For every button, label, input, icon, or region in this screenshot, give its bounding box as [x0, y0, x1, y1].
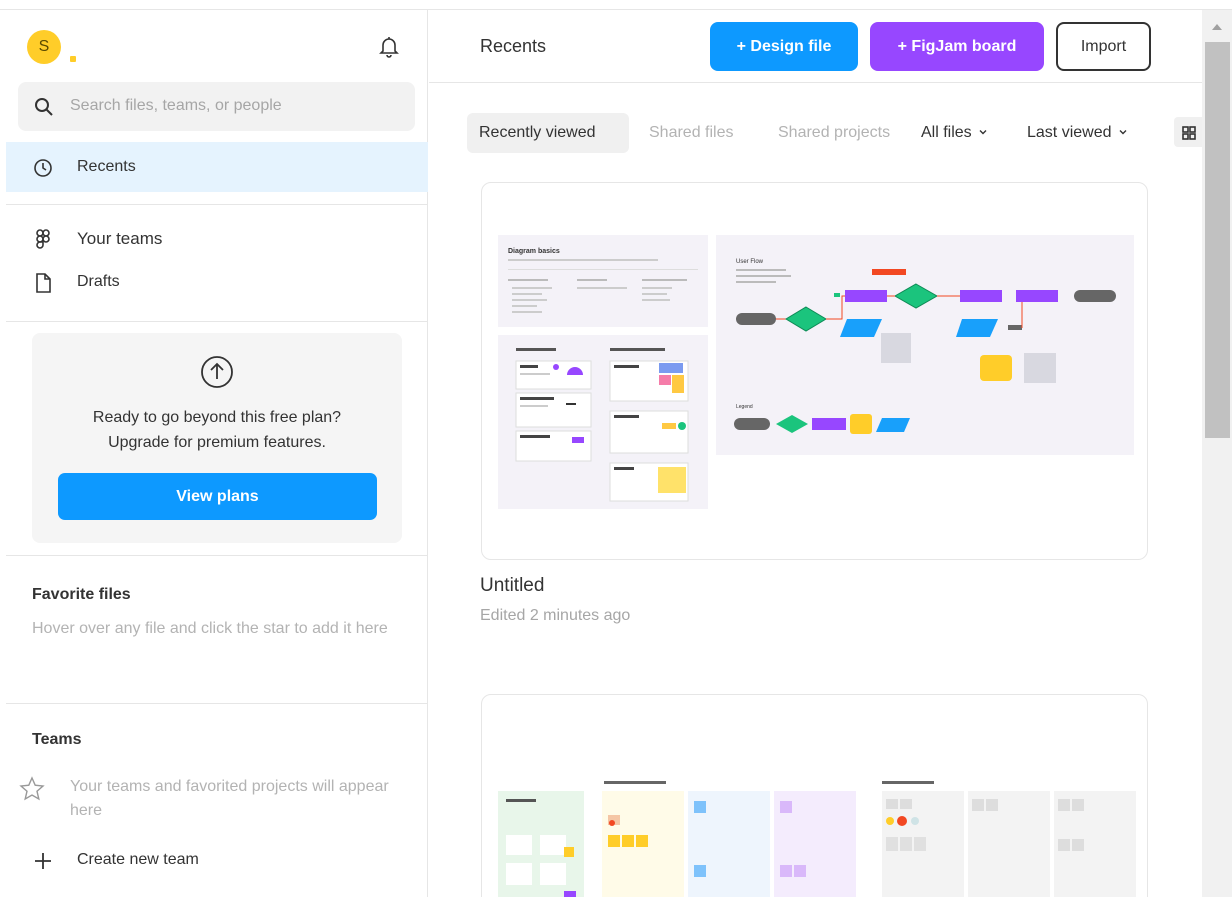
- teams-heading: Teams: [32, 731, 82, 748]
- upgrade-panel: Ready to go beyond this free plan? Upgra…: [32, 333, 402, 543]
- import-button[interactable]: Import: [1056, 22, 1151, 71]
- file-edited-time: Edited 2 minutes ago: [480, 607, 631, 624]
- sort-dropdown[interactable]: Last viewed: [1027, 113, 1128, 153]
- account-menu-indicator[interactable]: [70, 56, 76, 62]
- thumb-legend: Legend: [736, 404, 753, 410]
- search-icon: [34, 97, 54, 117]
- thumb-diagram-basics: Diagram basics: [508, 248, 560, 255]
- new-figjam-board-button[interactable]: + FigJam board: [870, 22, 1044, 71]
- plus-icon: [32, 850, 54, 872]
- file-name[interactable]: Untitled: [480, 575, 544, 597]
- clock-icon: [32, 157, 54, 179]
- divider: [6, 321, 428, 322]
- avatar[interactable]: S: [27, 30, 61, 64]
- divider: [6, 703, 428, 704]
- search-placeholder: Search files, teams, or people: [70, 97, 282, 114]
- all-files-label: All files: [921, 124, 972, 141]
- sidebar-item-label: Your teams: [77, 229, 163, 248]
- main-header: Recents + Design file + FigJam board Imp…: [429, 10, 1202, 83]
- divider: [6, 204, 428, 205]
- arrow-up-circle-icon: [200, 355, 234, 389]
- sidebar-item-your-teams[interactable]: Your teams: [6, 218, 428, 258]
- scroll-up-arrow-icon[interactable]: [1206, 16, 1228, 38]
- divider: [6, 555, 428, 556]
- view-plans-button[interactable]: View plans: [58, 473, 377, 520]
- star-icon: [18, 775, 46, 803]
- thumb-user-flow: User Flow: [736, 259, 764, 265]
- chevron-down-icon: [978, 124, 988, 142]
- tab-shared-projects[interactable]: Shared projects: [778, 113, 890, 153]
- upgrade-line-2: Upgrade for premium features.: [108, 434, 326, 451]
- create-new-team-label: Create new team: [77, 851, 199, 868]
- sidebar-item-label: Recents: [77, 158, 136, 175]
- board-thumbnail: [498, 781, 1136, 897]
- sidebar-item-label: Drafts: [77, 273, 120, 290]
- filter-bar: Recently viewed Shared files Shared proj…: [429, 113, 1202, 153]
- favorite-files-hint: Hover over any file and click the star t…: [32, 620, 388, 637]
- chevron-down-icon: [1118, 124, 1128, 142]
- search-input[interactable]: Search files, teams, or people: [18, 82, 415, 131]
- sidebar-item-drafts[interactable]: Drafts: [6, 262, 428, 302]
- tab-shared-files[interactable]: Shared files: [649, 113, 734, 153]
- create-new-team-button[interactable]: Create new team: [6, 840, 428, 880]
- tab-recently-viewed[interactable]: Recently viewed: [467, 113, 629, 153]
- bell-icon[interactable]: [376, 34, 402, 60]
- file-thumbnail[interactable]: [481, 694, 1148, 897]
- sidebar: S Search files, teams, or people Recents: [6, 10, 428, 897]
- top-border: [0, 0, 1232, 10]
- sort-label: Last viewed: [1027, 124, 1112, 141]
- figma-logo-icon: [32, 228, 54, 250]
- scrollbar-thumb[interactable]: [1205, 42, 1230, 438]
- upgrade-line-1: Ready to go beyond this free plan?: [92, 409, 342, 426]
- grid-view-icon[interactable]: [1174, 117, 1202, 147]
- diagram-thumbnail: Diagram basics User Flow Legend: [498, 235, 1134, 509]
- teams-hint: Your teams and favorited projects will a…: [70, 778, 389, 819]
- upgrade-text: Ready to go beyond this free plan? Upgra…: [32, 405, 402, 455]
- sidebar-item-recents[interactable]: Recents: [6, 142, 428, 192]
- new-design-file-button[interactable]: + Design file: [710, 22, 858, 71]
- favorite-files-heading: Favorite files: [32, 586, 131, 603]
- page-title: Recents: [480, 36, 547, 56]
- file-icon: [32, 272, 54, 294]
- avatar-initial: S: [38, 38, 50, 55]
- all-files-dropdown[interactable]: All files: [921, 113, 988, 153]
- file-thumbnail[interactable]: Diagram basics User Flow Legend: [481, 182, 1148, 560]
